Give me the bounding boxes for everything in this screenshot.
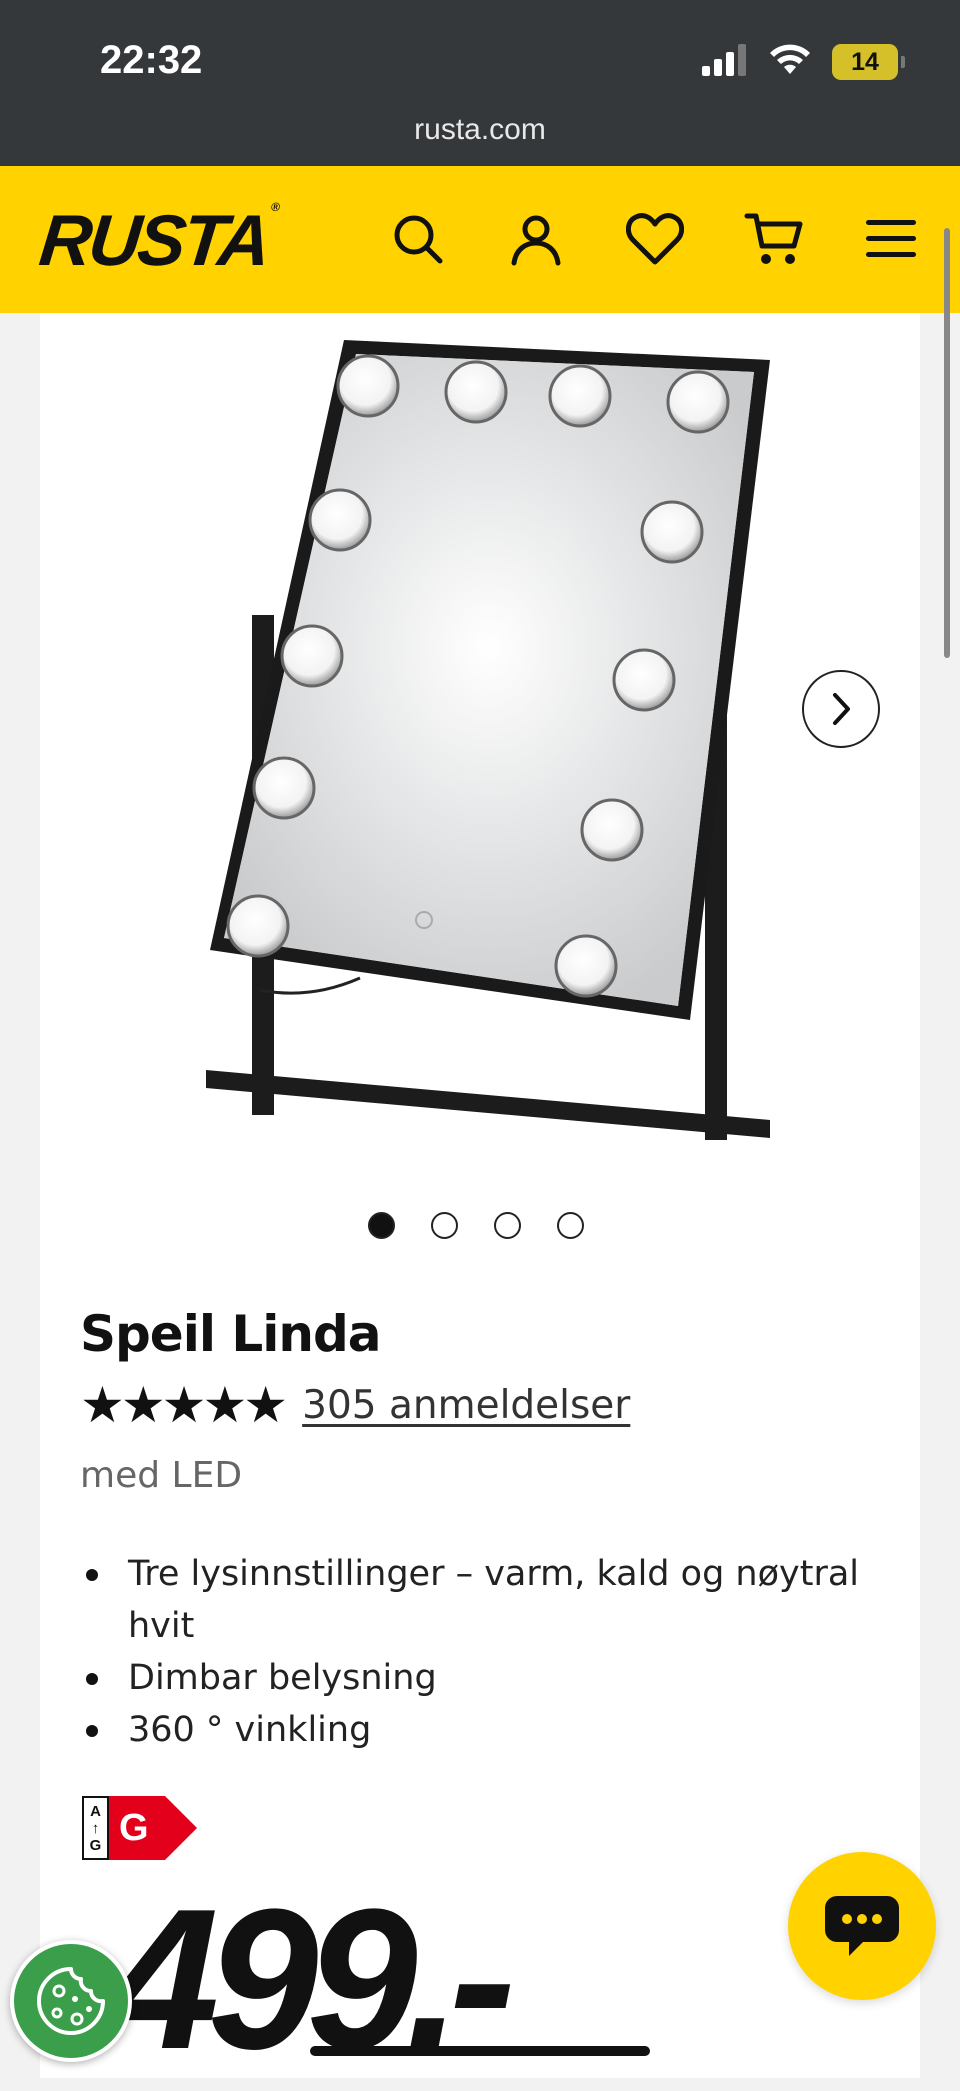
image-pagination	[368, 1212, 584, 1239]
chevron-right-icon	[833, 693, 850, 725]
rating-stars: ★★★★★	[80, 1376, 288, 1434]
energy-scale-arrow: ↑	[91, 1819, 100, 1837]
next-image-button[interactable]	[802, 670, 880, 748]
pagination-dot-4[interactable]	[557, 1212, 584, 1239]
browser-url[interactable]: rusta.com	[0, 113, 960, 147]
status-bar: 22:32 14 rusta.com	[0, 0, 960, 166]
logo-text: RUSTA	[35, 201, 272, 281]
product-rating: ★★★★★ 305 anmeldelser	[80, 1380, 630, 1430]
status-time: 22:32	[100, 38, 203, 82]
site-header: RUSTA®	[0, 166, 960, 313]
wishlist-heart-icon[interactable]	[620, 204, 690, 274]
energy-scale-top: A	[90, 1802, 101, 1820]
logo-registered-mark: ®	[270, 200, 278, 214]
energy-label[interactable]: A ↑ G G	[82, 1796, 197, 1860]
pagination-dot-1[interactable]	[368, 1212, 395, 1239]
chat-button[interactable]	[788, 1852, 936, 2000]
status-icons: 14	[702, 44, 905, 80]
pagination-dot-3[interactable]	[494, 1212, 521, 1239]
energy-class-badge: G	[109, 1796, 197, 1860]
price-underline	[310, 2046, 650, 2056]
page-scrollbar[interactable]	[944, 228, 950, 658]
menu-icon[interactable]	[856, 204, 926, 274]
feature-item: Tre lysinnstillinger – varm, kald og nøy…	[80, 1548, 860, 1652]
battery-icon: 14	[832, 44, 905, 80]
cookie-settings-button[interactable]	[10, 1940, 132, 2062]
wifi-icon	[768, 44, 812, 80]
signal-icon	[702, 44, 748, 80]
feature-item: Dimbar belysning	[80, 1652, 860, 1704]
search-icon[interactable]	[383, 204, 453, 274]
product-subtitle: med LED	[80, 1455, 243, 1496]
feature-item: 360 ° vinkling	[80, 1704, 860, 1756]
energy-scale-bottom: G	[89, 1836, 102, 1854]
account-icon[interactable]	[501, 204, 571, 274]
cart-icon[interactable]	[739, 204, 809, 274]
rusta-logo[interactable]: RUSTA®	[36, 200, 278, 282]
energy-scale: A ↑ G	[82, 1796, 109, 1860]
cookie-icon	[37, 1967, 105, 2035]
feature-list: Tre lysinnstillinger – varm, kald og nøy…	[80, 1548, 860, 1756]
product-title: Speil Linda	[80, 1305, 382, 1363]
pagination-dot-2[interactable]	[431, 1212, 458, 1239]
chat-icon	[825, 1896, 899, 1956]
product-image[interactable]	[160, 330, 800, 1160]
reviews-link[interactable]: 305 anmeldelser	[302, 1383, 630, 1428]
